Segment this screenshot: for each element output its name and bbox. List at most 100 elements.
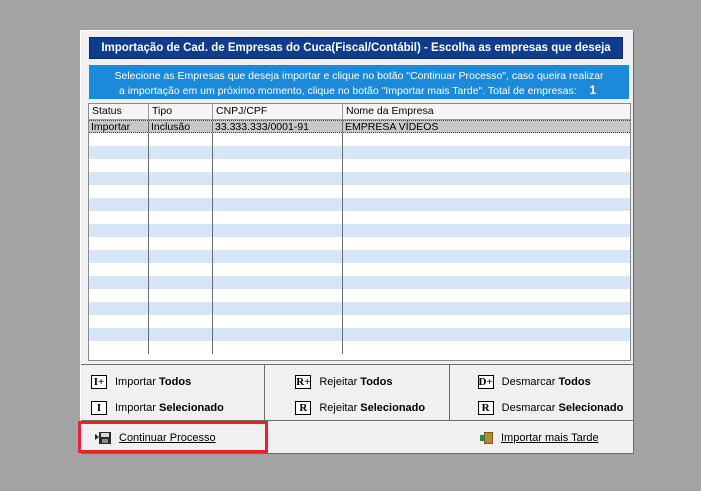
info-line-2-text: a importação em um próximo momento, cliq… bbox=[119, 85, 577, 97]
empty-cell bbox=[89, 250, 149, 263]
empty-cell bbox=[149, 224, 213, 237]
empty-cell bbox=[89, 133, 149, 146]
empty-cell bbox=[149, 198, 213, 211]
table-row[interactable] bbox=[89, 211, 630, 224]
empty-cell bbox=[213, 276, 343, 289]
unmark-selected-icon: R bbox=[477, 401, 494, 415]
info-panel: Selecione as Empresas que deseja importa… bbox=[89, 65, 629, 99]
table-row[interactable] bbox=[89, 146, 630, 159]
cell-status: Importar bbox=[89, 121, 149, 132]
empty-cell bbox=[89, 237, 149, 250]
unmark-all-icon: D+ bbox=[477, 375, 494, 389]
cell-nome: EMPRESA VÍDEOS bbox=[345, 121, 439, 132]
grid-header: Status Tipo CNPJ/CPF Nome da Empresa bbox=[89, 104, 630, 120]
empty-cell bbox=[213, 185, 343, 198]
import-later-button[interactable]: Importar mais Tarde bbox=[479, 431, 599, 445]
companies-grid[interactable]: Status Tipo CNPJ/CPF Nome da Empresa Imp… bbox=[88, 103, 631, 361]
empty-cell bbox=[89, 276, 149, 289]
empty-cell bbox=[149, 341, 213, 354]
empty-cell bbox=[343, 276, 630, 289]
import-all-label: Importar Todos bbox=[115, 376, 192, 388]
empty-cell bbox=[89, 211, 149, 224]
empty-cell bbox=[213, 146, 343, 159]
column-header-nome[interactable]: Nome da Empresa bbox=[343, 104, 630, 119]
reject-selected-button[interactable]: R Rejeitar Selecionado bbox=[295, 401, 425, 415]
reject-all-button[interactable]: R+ Rejeitar Todos bbox=[295, 375, 392, 389]
import-all-button[interactable]: I+ Importar Todos bbox=[91, 375, 191, 389]
bottom-bar: Continuar Processo Importar mais Tarde bbox=[81, 420, 633, 452]
empty-cell bbox=[213, 315, 343, 328]
column-header-cnpj[interactable]: CNPJ/CPF bbox=[213, 104, 343, 119]
continue-process-label: Continuar Processo bbox=[119, 432, 216, 444]
table-row[interactable] bbox=[89, 172, 630, 185]
door-icon bbox=[480, 432, 493, 444]
table-row[interactable] bbox=[89, 159, 630, 172]
empty-cell bbox=[149, 250, 213, 263]
empty-cell bbox=[343, 328, 630, 341]
import-selected-button[interactable]: I Importar Selecionado bbox=[91, 401, 224, 415]
table-row[interactable]: Importar Inclusão 33.333.333/0001-91 EMP… bbox=[89, 120, 630, 133]
empty-cell bbox=[343, 146, 630, 159]
empty-cell bbox=[149, 263, 213, 276]
reject-selected-icon: R bbox=[295, 401, 312, 415]
import-later-label: Importar mais Tarde bbox=[501, 432, 599, 444]
empty-cell bbox=[343, 250, 630, 263]
empty-cell bbox=[343, 211, 630, 224]
table-row[interactable] bbox=[89, 133, 630, 146]
continue-process-button[interactable]: Continuar Processo bbox=[95, 431, 216, 445]
empty-cell bbox=[213, 224, 343, 237]
unmark-all-label: Desmarcar Todos bbox=[501, 376, 591, 388]
cell-cnpj: 33.333.333/0001-91 bbox=[213, 121, 343, 132]
empty-cell bbox=[149, 133, 213, 146]
empty-cell bbox=[343, 237, 630, 250]
table-row[interactable] bbox=[89, 315, 630, 328]
empty-cell bbox=[149, 315, 213, 328]
dialog-title: Importação de Cad. de Empresas do Cuca(F… bbox=[89, 37, 623, 59]
empty-cell bbox=[213, 237, 343, 250]
table-row[interactable] bbox=[89, 276, 630, 289]
cell-tipo: Inclusão bbox=[149, 121, 213, 132]
table-row[interactable] bbox=[89, 250, 630, 263]
action-column-reject: R+ Rejeitar Todos R Rejeitar Selecionado bbox=[265, 365, 450, 420]
empty-cell bbox=[89, 263, 149, 276]
empty-cell bbox=[343, 172, 630, 185]
unmark-all-button[interactable]: D+ Desmarcar Todos bbox=[477, 375, 591, 389]
save-disk-icon bbox=[95, 432, 111, 444]
column-header-status[interactable]: Status bbox=[89, 104, 149, 119]
empty-cell bbox=[89, 159, 149, 172]
empty-cell bbox=[149, 237, 213, 250]
empty-cell bbox=[213, 263, 343, 276]
empty-cell bbox=[149, 302, 213, 315]
empty-cell bbox=[149, 185, 213, 198]
table-row[interactable] bbox=[89, 263, 630, 276]
unmark-selected-button[interactable]: R Desmarcar Selecionado bbox=[477, 401, 623, 415]
empty-cell bbox=[213, 159, 343, 172]
table-row[interactable] bbox=[89, 198, 630, 211]
table-row[interactable] bbox=[89, 341, 630, 354]
empty-cell bbox=[343, 185, 630, 198]
info-line-1: Selecione as Empresas que deseja importa… bbox=[114, 70, 604, 82]
import-dialog: Importação de Cad. de Empresas do Cuca(F… bbox=[80, 30, 634, 454]
reject-all-icon: R+ bbox=[295, 375, 312, 389]
empty-cell bbox=[89, 315, 149, 328]
table-row[interactable] bbox=[89, 237, 630, 250]
empty-cell bbox=[89, 302, 149, 315]
empty-cell bbox=[89, 341, 149, 354]
table-row[interactable] bbox=[89, 302, 630, 315]
table-row[interactable] bbox=[89, 328, 630, 341]
empty-cell bbox=[149, 289, 213, 302]
empty-cell bbox=[343, 224, 630, 237]
empty-cell bbox=[213, 302, 343, 315]
table-row[interactable] bbox=[89, 289, 630, 302]
table-row[interactable] bbox=[89, 224, 630, 237]
empty-cell bbox=[149, 159, 213, 172]
column-header-tipo[interactable]: Tipo bbox=[149, 104, 213, 119]
empty-cell bbox=[343, 302, 630, 315]
empty-cell bbox=[149, 146, 213, 159]
action-column-unmark: D+ Desmarcar Todos R Desmarcar Seleciona… bbox=[450, 365, 633, 420]
empty-cell bbox=[149, 211, 213, 224]
empty-cell bbox=[213, 172, 343, 185]
table-row[interactable] bbox=[89, 185, 630, 198]
empty-cell bbox=[89, 328, 149, 341]
empty-cell bbox=[89, 224, 149, 237]
